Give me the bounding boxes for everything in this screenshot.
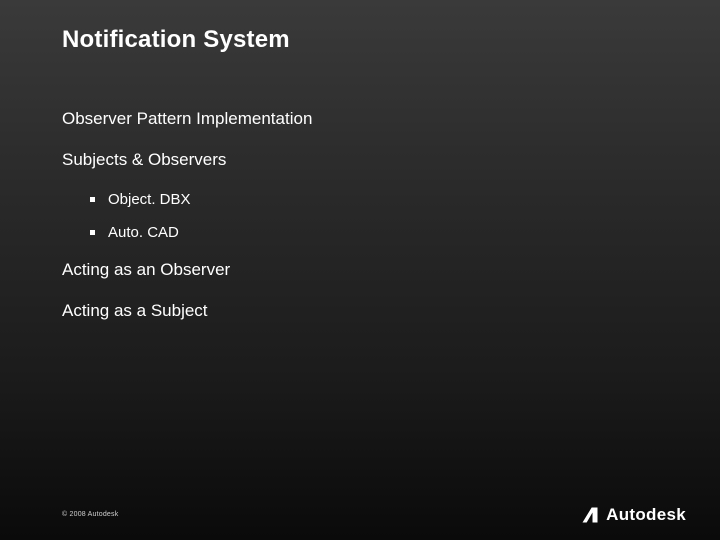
slide-content: Observer Pattern Implementation Subjects…	[62, 108, 660, 341]
content-line: Observer Pattern Implementation	[62, 108, 660, 129]
copyright-text: © 2008 Autodesk	[62, 511, 118, 518]
sub-list: Object. DBX Auto. CAD	[62, 191, 660, 241]
list-item: Object. DBX	[90, 191, 660, 208]
content-line: Acting as an Observer	[62, 259, 660, 280]
autodesk-mark-icon	[580, 505, 600, 525]
brand-logo: Autodesk	[580, 504, 686, 526]
list-item: Auto. CAD	[90, 224, 660, 241]
content-line: Subjects & Observers	[62, 149, 660, 170]
slide: Notification System Observer Pattern Imp…	[0, 0, 720, 540]
square-bullet-icon	[90, 230, 95, 235]
square-bullet-icon	[90, 197, 95, 202]
slide-title: Notification System	[62, 26, 290, 54]
list-item-label: Object. DBX	[108, 191, 191, 208]
brand-name: Autodesk	[606, 505, 686, 525]
content-line: Acting as a Subject	[62, 300, 660, 321]
list-item-label: Auto. CAD	[108, 224, 179, 241]
